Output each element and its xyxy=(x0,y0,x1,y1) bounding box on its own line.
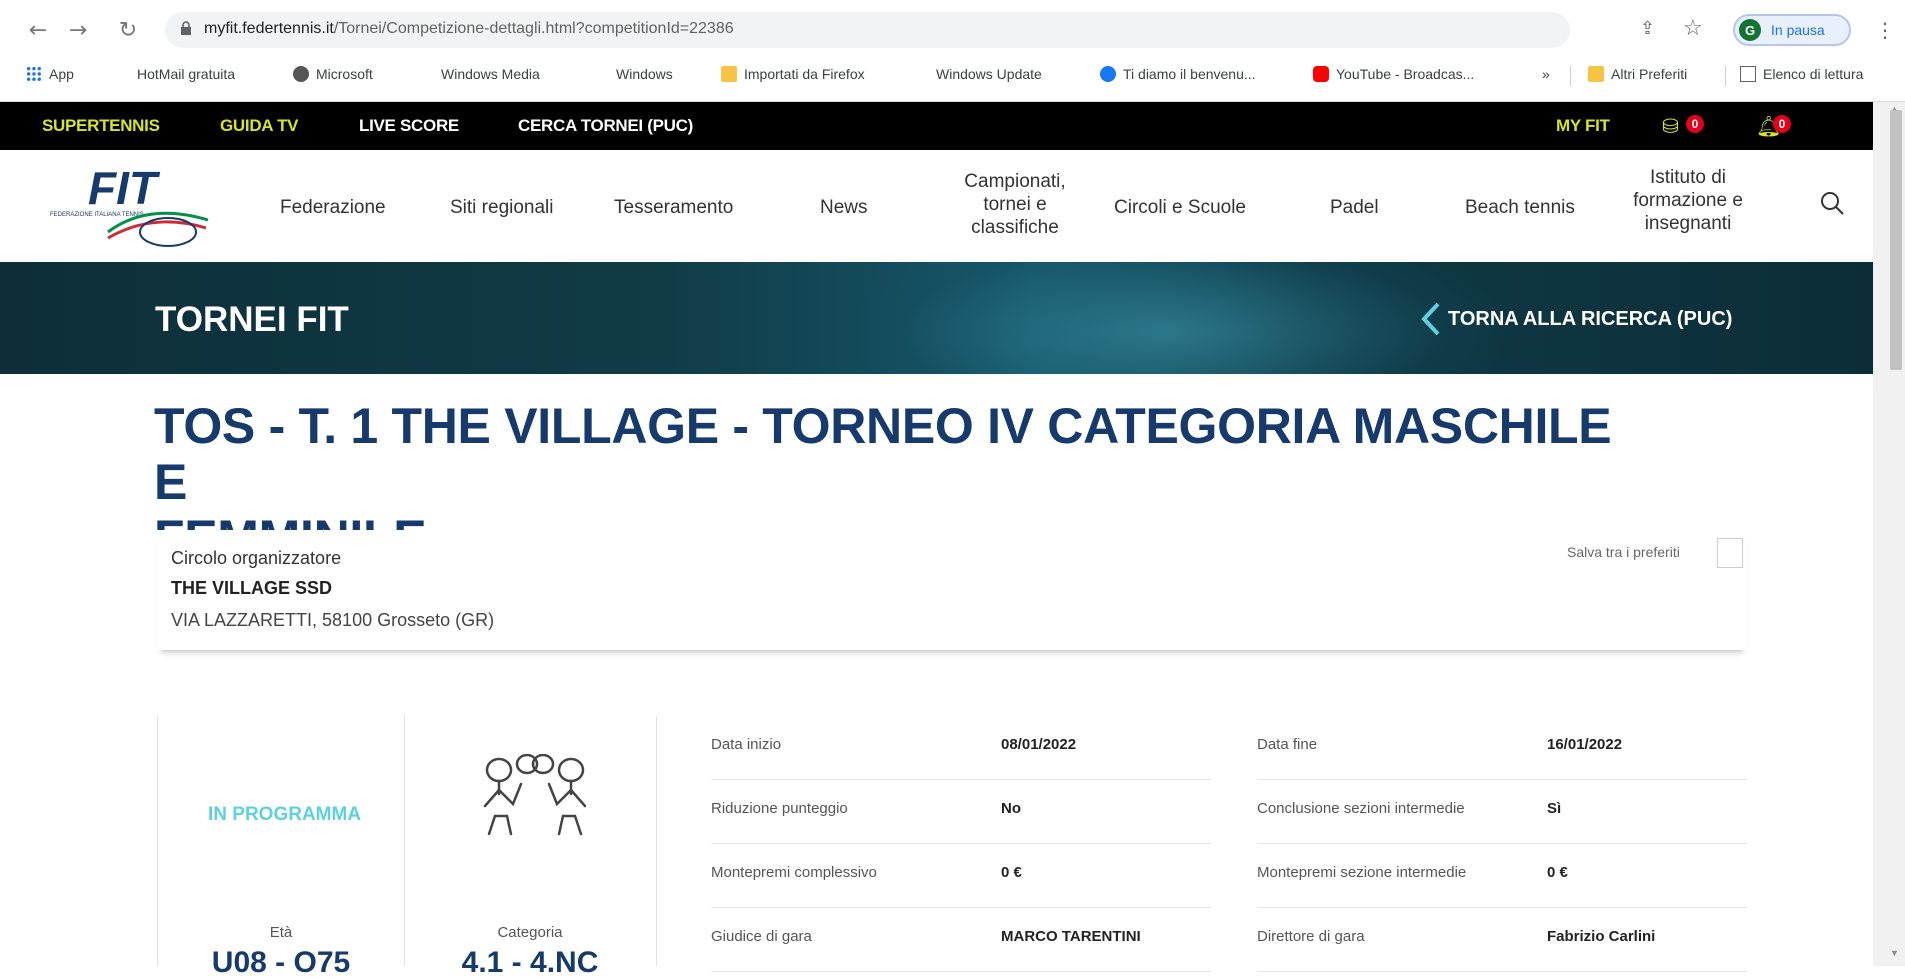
tournament-details: IN PROGRAMMA Età U08 - O75 Categoria 4.1… xyxy=(157,716,1747,979)
forward-arrow-icon[interactable]: → xyxy=(64,16,92,44)
bookmark-app[interactable]: App xyxy=(26,66,74,82)
bookmark-windows-update[interactable]: Windows Update xyxy=(913,66,1042,82)
browser-toolbar: ← → ↻ myfit.federtennis.it/Tornei/Compet… xyxy=(0,12,1905,48)
windows-update-icon xyxy=(913,66,929,82)
share-icon[interactable]: ⇪ xyxy=(1640,18,1655,39)
detail-row: Montepremi sezione intermedie 0 € xyxy=(1257,844,1747,908)
notifications-badge: 0 xyxy=(1773,115,1791,133)
browser-menu-icon[interactable]: ⋮ xyxy=(1875,18,1895,42)
bookmark-windows[interactable]: Windows xyxy=(593,66,673,82)
hero-title: TORNEI FIT xyxy=(155,300,349,339)
guida-tv-link[interactable]: GUIDA TV xyxy=(220,116,299,136)
organizer-address: VIA LAZZARETTI, 58100 Grosseto (GR) xyxy=(171,610,495,630)
back-arrow-icon[interactable]: ← xyxy=(24,16,52,44)
nav-federazione[interactable]: Federazione xyxy=(280,196,386,219)
chevron-left-icon[interactable] xyxy=(1420,302,1442,336)
nav-padel[interactable]: Padel xyxy=(1330,196,1379,219)
windows-icon xyxy=(593,66,609,82)
fit-logo[interactable]: FIT FEDERAZIONE ITALIANA TENNIS xyxy=(48,162,213,250)
facebook-icon xyxy=(1100,66,1116,82)
reload-icon[interactable]: ↻ xyxy=(114,16,142,44)
nav-beach-tennis[interactable]: Beach tennis xyxy=(1465,196,1575,219)
category-panel: Categoria 4.1 - 4.NC xyxy=(405,716,657,979)
bookmark-icon[interactable] xyxy=(1717,538,1743,568)
folder-icon xyxy=(1588,66,1604,82)
youtube-icon xyxy=(1313,66,1329,82)
browser-chrome: ← → ↻ myfit.federtennis.it/Tornei/Compet… xyxy=(0,0,1905,102)
windows-icon xyxy=(114,66,130,82)
nav-tesseramento[interactable]: Tesseramento xyxy=(614,196,733,219)
nav-siti-regionali[interactable]: Siti regionali xyxy=(450,196,554,219)
bookmark-hotmail[interactable]: HotMail gratuita xyxy=(114,66,235,82)
bookmark-youtube[interactable]: YouTube - Broadcas... xyxy=(1313,66,1474,82)
organizer-card: Circolo organizzatore THE VILLAGE SSD VI… xyxy=(157,530,1747,650)
save-favorites-label[interactable]: Salva tra i preferiti xyxy=(1567,544,1680,560)
bookmark-altri-preferiti[interactable]: Altri Preferiti xyxy=(1588,66,1687,82)
age-value: U08 - O75 xyxy=(211,946,351,979)
back-to-search-link[interactable]: TORNA ALLA RICERCA (PUC) xyxy=(1448,308,1732,331)
scroll-down-arrow-icon[interactable]: ▼ xyxy=(1890,948,1899,958)
profile-button[interactable]: G In pausa xyxy=(1733,14,1851,46)
tennis-players-icon xyxy=(483,754,587,836)
bookmark-windows-media[interactable]: Windows Media xyxy=(418,66,540,82)
nav-istituto[interactable]: Istituto di formazione e insegnanti xyxy=(1618,166,1758,235)
live-score-link[interactable]: LIVE SCORE xyxy=(359,116,459,136)
globe-icon xyxy=(293,66,309,82)
organizer-name[interactable]: THE VILLAGE SSD xyxy=(171,578,332,599)
detail-row: Conclusione sezioni intermedie Sì xyxy=(1257,780,1747,844)
detail-row: Riduzione punteggio No xyxy=(711,780,1211,844)
detail-row: Data inizio 08/01/2022 xyxy=(711,716,1211,780)
my-fit-link[interactable]: MY FIT xyxy=(1556,116,1610,136)
bookmarks-bar: App HotMail gratuita Microsoft Windows M… xyxy=(0,62,1905,90)
site-topbar: SUPERTENNIS GUIDA TV LIVE SCORE CERCA TO… xyxy=(0,102,1905,150)
detail-row: Direttore di gara Fabrizio Carlini xyxy=(1257,908,1747,972)
bookmark-star-icon[interactable]: ☆ xyxy=(1683,16,1703,41)
nav-news[interactable]: News xyxy=(820,196,868,219)
coins-icon[interactable]: ⛁ xyxy=(1662,114,1679,138)
profile-status: In pausa xyxy=(1771,22,1825,38)
detail-row: Data fine 16/01/2022 xyxy=(1257,716,1747,780)
bookmarks-separator xyxy=(1570,66,1571,86)
search-icon[interactable] xyxy=(1820,191,1844,215)
bookmark-microsoft[interactable]: Microsoft xyxy=(293,66,373,82)
logo-subtitle: FEDERAZIONE ITALIANA TENNIS xyxy=(50,212,144,218)
category-value: 4.1 - 4.NC xyxy=(461,946,599,979)
folder-icon xyxy=(721,66,737,82)
status-panel: IN PROGRAMMA Età U08 - O75 xyxy=(157,716,405,979)
bookmarks-overflow[interactable]: » xyxy=(1542,66,1550,82)
bookmarks-separator xyxy=(1725,66,1726,86)
hero-banner: TORNEI FIT TORNA ALLA RICERCA (PUC) xyxy=(0,262,1873,374)
bookmark-importati-firefox[interactable]: Importati da Firefox xyxy=(721,66,865,82)
main-navigation: FIT FEDERAZIONE ITALIANA TENNIS Federazi… xyxy=(0,150,1905,262)
windows-icon xyxy=(418,66,434,82)
apps-icon xyxy=(26,66,42,82)
category-label: Categoria xyxy=(497,924,563,941)
hero-background-image xyxy=(820,262,1520,374)
detail-row: Montepremi complessivo 0 € xyxy=(711,844,1211,908)
profile-avatar: G xyxy=(1739,19,1761,41)
cerca-tornei-link[interactable]: CERCA TORNEI (PUC) xyxy=(518,116,693,136)
coins-badge: 0 xyxy=(1686,115,1704,133)
bookmark-facebook[interactable]: Ti diamo il benvenu... xyxy=(1100,66,1256,82)
supertennis-link[interactable]: SUPERTENNIS xyxy=(42,116,160,136)
detail-row: Giudice di gara MARCO TARENTINI xyxy=(711,908,1211,972)
organizer-label: Circolo organizzatore xyxy=(171,548,342,568)
bookmark-reading-list[interactable]: Elenco di lettura xyxy=(1740,66,1863,82)
url-text[interactable]: myfit.federtennis.it/Tornei/Competizione… xyxy=(204,20,734,38)
nav-circoli-scuole[interactable]: Circoli e Scuole xyxy=(1114,196,1246,219)
scrollbar-thumb[interactable] xyxy=(1890,110,1902,370)
nav-campionati[interactable]: Campionati, tornei e classifiche xyxy=(940,170,1090,239)
logo-text: FIT xyxy=(88,162,161,214)
lock-icon[interactable] xyxy=(180,21,192,35)
age-label: Età xyxy=(269,924,293,941)
status-badge: IN PROGRAMMA xyxy=(208,804,362,825)
reading-list-icon xyxy=(1740,66,1756,82)
